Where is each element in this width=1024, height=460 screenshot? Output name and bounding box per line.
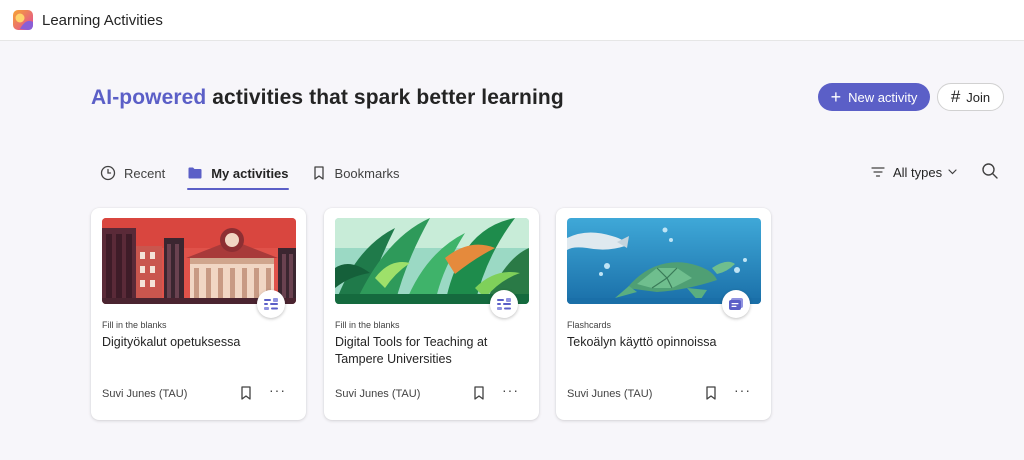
top-bar: Learning Activities (0, 0, 1024, 41)
card-author: Suvi Junes (TAU) (567, 388, 653, 400)
more-options-icon[interactable]: ··· (734, 383, 756, 400)
fill-blanks-icon (264, 298, 278, 310)
type-filter-label: All types (893, 164, 943, 180)
search-icon[interactable] (981, 162, 999, 180)
tab-recent[interactable]: Recent (100, 158, 165, 188)
activity-card[interactable]: Fill in the blanks Digital Tools for Tea… (324, 208, 539, 420)
tab-my-activities-label: My activities (211, 165, 289, 181)
tab-my-activities[interactable]: My activities (187, 158, 289, 190)
page-title-rest: activities that spark better learning (206, 86, 564, 109)
card-author: Suvi Junes (TAU) (335, 388, 421, 400)
tab-recent-label: Recent (124, 165, 166, 181)
filter-icon (871, 167, 885, 177)
bookmark-icon[interactable] (238, 385, 254, 401)
chevron-down-icon (948, 169, 957, 175)
new-activity-button[interactable]: + New activity (818, 83, 930, 111)
tab-bookmarks[interactable]: Bookmarks (311, 158, 400, 188)
card-author: Suvi Junes (TAU) (102, 388, 188, 400)
plus-icon: + (830, 87, 842, 107)
flashcards-icon (729, 298, 743, 310)
folder-icon (188, 167, 202, 179)
more-options-icon[interactable]: ··· (269, 383, 291, 400)
join-button[interactable]: # Join (937, 83, 1004, 111)
tab-bookmarks-label: Bookmarks (334, 165, 400, 181)
activity-card[interactable]: Fill in the blanks Digityökalut opetukse… (91, 208, 306, 420)
clock-icon (100, 165, 116, 181)
flashcards-type-badge (722, 290, 750, 318)
page-title: AI-powered activities that spark better … (91, 86, 564, 110)
card-activity-type: Flashcards (567, 320, 612, 330)
card-activity-type: Fill in the blanks (335, 320, 400, 330)
app-logo-icon (13, 10, 33, 30)
fill-blanks-icon (497, 298, 511, 310)
more-options-icon[interactable]: ··· (502, 383, 524, 400)
page-title-accent: AI-powered (91, 86, 207, 109)
new-activity-label: New activity (848, 89, 918, 105)
activity-card[interactable]: Flashcards Tekoälyn käyttö opinnoissa Su… (556, 208, 771, 420)
activity-tabs: Recent My activities Bookmarks (100, 158, 422, 190)
card-title: Tekoälyn käyttö opinnoissa (567, 335, 717, 349)
hash-icon: # (950, 87, 961, 106)
fill-blanks-type-badge (490, 290, 518, 318)
card-title: Digityökalut opetuksessa (102, 335, 241, 349)
bookmark-icon (313, 166, 324, 180)
fill-blanks-type-badge (257, 290, 285, 318)
join-label: Join (966, 89, 991, 105)
card-activity-type: Fill in the blanks (102, 320, 167, 330)
type-filter-dropdown[interactable]: All types (871, 162, 957, 182)
app-title: Learning Activities (42, 11, 163, 29)
bookmark-icon[interactable] (471, 385, 487, 401)
bookmark-icon[interactable] (703, 385, 719, 401)
card-title: Digital Tools for Teaching at Tampere Un… (335, 335, 488, 366)
